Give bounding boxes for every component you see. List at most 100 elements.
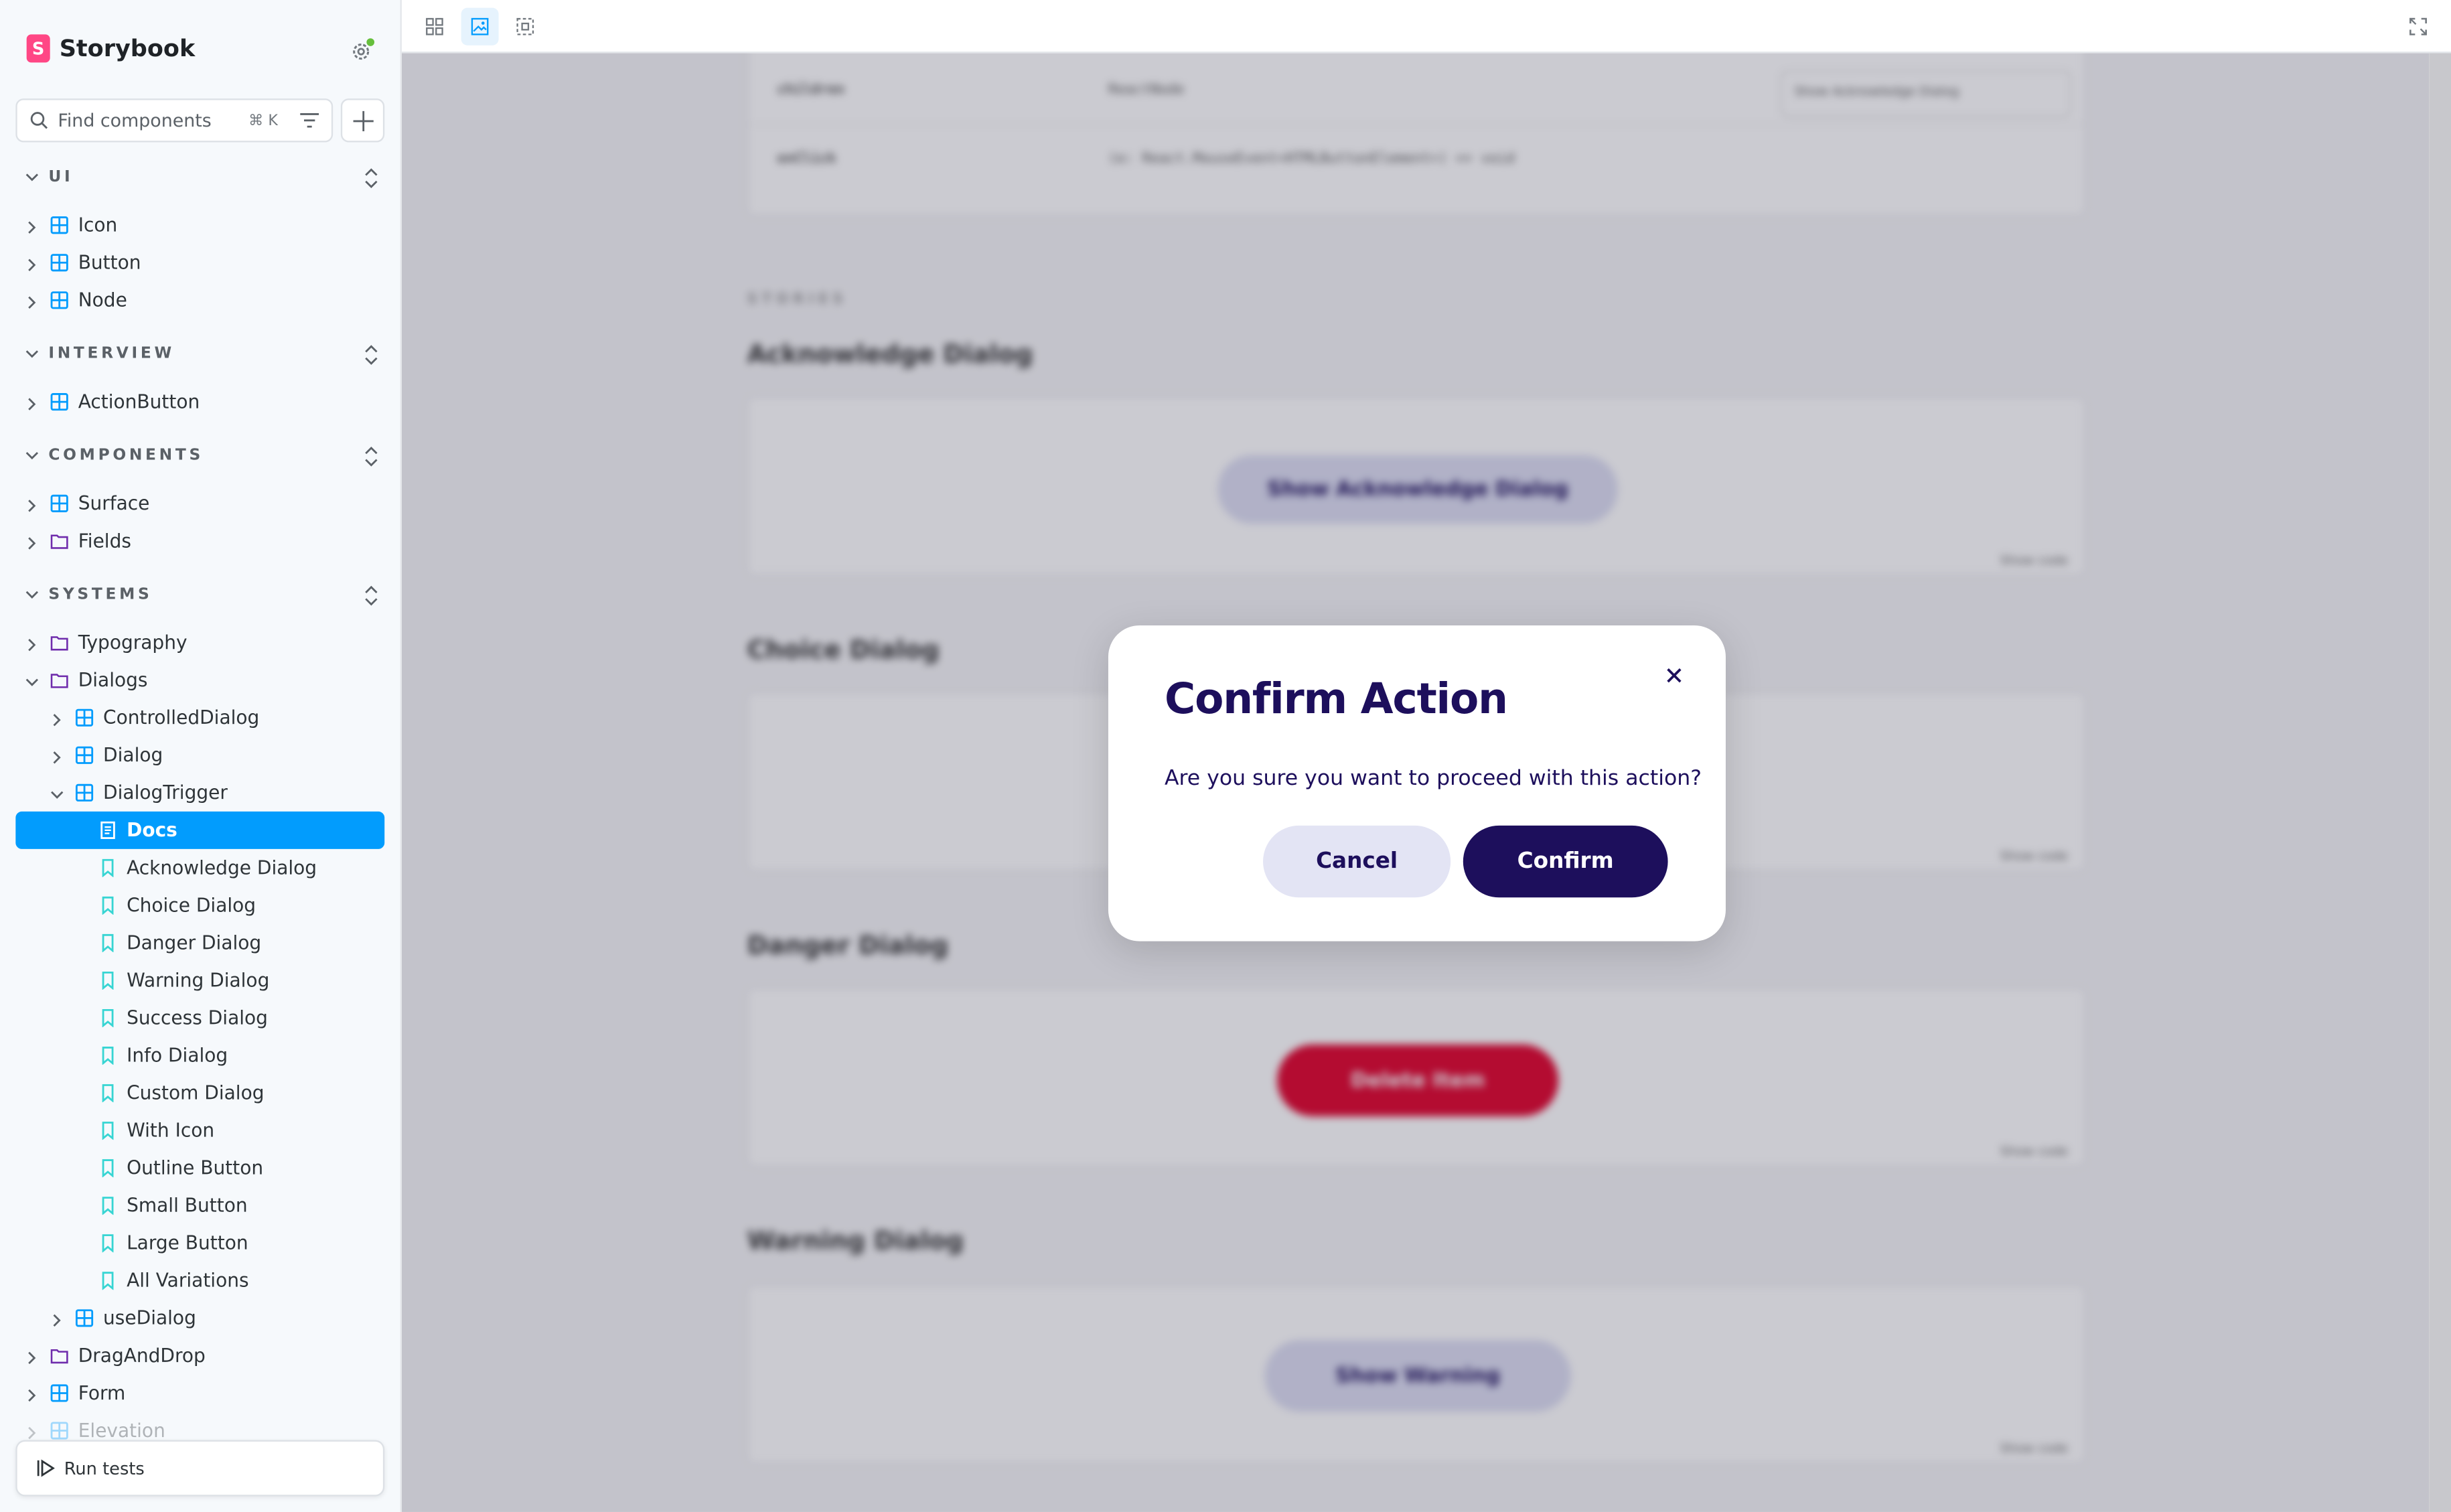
- grid-view-button[interactable]: [416, 8, 453, 46]
- cancel-button[interactable]: Cancel: [1263, 825, 1451, 898]
- sidebar-item[interactable]: Typography: [25, 624, 188, 662]
- sidebar-item-label: ControlledDialog: [103, 706, 260, 729]
- chevron-right-icon[interactable]: [25, 1385, 40, 1402]
- sidebar-story-item[interactable]: Custom Dialog: [74, 1074, 265, 1112]
- sidebar-item-label: Success Dialog: [127, 1006, 268, 1029]
- bookmark-icon: [98, 1196, 117, 1215]
- sidebar-item[interactable]: DialogTrigger: [50, 774, 228, 812]
- sidebar-item-label: Large Button: [127, 1231, 248, 1254]
- filter-icon[interactable]: [299, 112, 319, 128]
- sidebar-item[interactable]: ControlledDialog: [50, 699, 260, 737]
- chevron-down-icon[interactable]: [50, 785, 66, 800]
- section-label: UI: [48, 169, 74, 186]
- sidebar-item[interactable]: Form: [25, 1374, 125, 1412]
- grid-icon: [426, 17, 443, 35]
- chevron-down-icon: [25, 350, 39, 358]
- section-header[interactable]: SYSTEMS: [25, 584, 378, 606]
- section-header[interactable]: COMPONENTS: [25, 445, 378, 467]
- sidebar-item[interactable]: ActionButton: [25, 383, 200, 421]
- sidebar-item[interactable]: Dialog: [50, 737, 163, 774]
- sidebar-item-label: Surface: [78, 492, 150, 515]
- sidebar-item[interactable]: Icon: [25, 206, 117, 244]
- chevron-down-icon[interactable]: [25, 672, 40, 688]
- sidebar-item-label: Node: [78, 289, 127, 311]
- expand-collapse-icon[interactable]: [364, 167, 378, 189]
- component-icon: [50, 392, 69, 411]
- sidebar-story-item[interactable]: With Icon: [74, 1112, 214, 1149]
- outline-view-button[interactable]: [506, 8, 544, 46]
- search-box[interactable]: ⌘ K: [15, 98, 333, 143]
- brand[interactable]: S Storybook: [26, 34, 195, 63]
- sidebar-item-label: DialogTrigger: [103, 781, 228, 804]
- bookmark-icon: [98, 1046, 117, 1065]
- section-header[interactable]: UI: [25, 167, 378, 189]
- sidebar-item[interactable]: Fields: [25, 522, 131, 560]
- run-tests-label: Run tests: [64, 1458, 145, 1479]
- chevron-right-icon[interactable]: [25, 1423, 40, 1440]
- confirm-button[interactable]: Confirm: [1463, 825, 1668, 898]
- close-icon[interactable]: [1661, 663, 1686, 688]
- chevron-right-icon[interactable]: [25, 635, 40, 652]
- chevron-right-icon[interactable]: [25, 496, 40, 512]
- sidebar-story-item[interactable]: Small Button: [74, 1187, 248, 1224]
- expand-collapse-icon[interactable]: [364, 344, 378, 366]
- component-icon: [75, 708, 94, 727]
- sidebar-item[interactable]: Button: [25, 244, 141, 281]
- sidebar-item[interactable]: Surface: [25, 485, 149, 522]
- section-label: INTERVIEW: [48, 346, 175, 363]
- chevron-right-icon[interactable]: [25, 394, 40, 410]
- preview-scrollbar[interactable]: [2429, 53, 2451, 1512]
- expand-collapse-icon[interactable]: [364, 445, 378, 467]
- sidebar-item-label: With Icon: [127, 1119, 215, 1142]
- sidebar-story-item[interactable]: Info Dialog: [74, 1037, 228, 1074]
- image-icon: [471, 17, 489, 35]
- sidebar-story-item[interactable]: Choice Dialog: [74, 887, 256, 924]
- sidebar-item-label: Acknowledge Dialog: [127, 856, 317, 879]
- sidebar-item-label: Custom Dialog: [127, 1081, 265, 1104]
- sidebar-item-label: Elevation: [78, 1420, 165, 1442]
- settings-gear-icon[interactable]: [350, 37, 375, 62]
- sidebar-item-label: All Variations: [127, 1270, 249, 1292]
- bookmark-icon: [98, 896, 117, 915]
- sidebar-item[interactable]: Dialogs: [25, 662, 148, 699]
- chevron-right-icon[interactable]: [25, 255, 40, 271]
- chevron-right-icon[interactable]: [25, 1348, 40, 1365]
- sidebar-story-item[interactable]: All Variations: [74, 1262, 249, 1299]
- search-input[interactable]: [58, 109, 242, 132]
- sidebar-story-item[interactable]: Success Dialog: [74, 999, 268, 1037]
- sidebar-story-item[interactable]: Danger Dialog: [74, 924, 261, 962]
- sidebar-story-item[interactable]: Warning Dialog: [74, 962, 270, 999]
- bookmark-icon: [98, 858, 117, 878]
- bookmark-icon: [98, 1121, 117, 1140]
- section-header[interactable]: INTERVIEW: [25, 344, 378, 366]
- sidebar-item[interactable]: Node: [25, 281, 127, 319]
- chevron-right-icon[interactable]: [50, 1310, 66, 1327]
- chevron-right-icon[interactable]: [25, 533, 40, 550]
- chevron-right-icon[interactable]: [50, 747, 66, 764]
- run-tests-button[interactable]: Run tests: [15, 1440, 385, 1497]
- component-icon: [50, 253, 69, 272]
- sidebar-story-item[interactable]: Acknowledge Dialog: [74, 849, 317, 887]
- folder-icon: [50, 633, 69, 652]
- sidebar-item-label: DragAndDrop: [78, 1345, 206, 1367]
- expand-collapse-icon[interactable]: [364, 584, 378, 606]
- bookmark-icon: [98, 1008, 117, 1028]
- sidebar-docs-item[interactable]: Docs: [74, 812, 177, 849]
- sidebar-item-label: Warning Dialog: [127, 969, 270, 992]
- sidebar-item-label: Form: [78, 1382, 126, 1404]
- search-icon: [30, 112, 48, 129]
- sidebar-item[interactable]: useDialog: [50, 1299, 196, 1337]
- bookmark-icon: [98, 1233, 117, 1253]
- storybook-window: S Storybook ⌘ K UI INTERVIEW COMPONENTS SYS…: [0, 0, 2451, 1512]
- chevron-right-icon[interactable]: [25, 218, 40, 234]
- sidebar-story-item[interactable]: Outline Button: [74, 1149, 263, 1187]
- sidebar-item-label: Outline Button: [127, 1156, 264, 1179]
- chevron-right-icon[interactable]: [50, 710, 66, 727]
- image-view-button[interactable]: [461, 7, 499, 46]
- sidebar-item[interactable]: DragAndDrop: [25, 1337, 206, 1374]
- chevron-right-icon[interactable]: [25, 293, 40, 309]
- dialog-message: Are you sure you want to proceed with th…: [1164, 766, 1702, 791]
- fullscreen-button[interactable]: [2399, 8, 2437, 46]
- add-story-button[interactable]: [340, 98, 385, 143]
- sidebar-story-item[interactable]: Large Button: [74, 1224, 248, 1262]
